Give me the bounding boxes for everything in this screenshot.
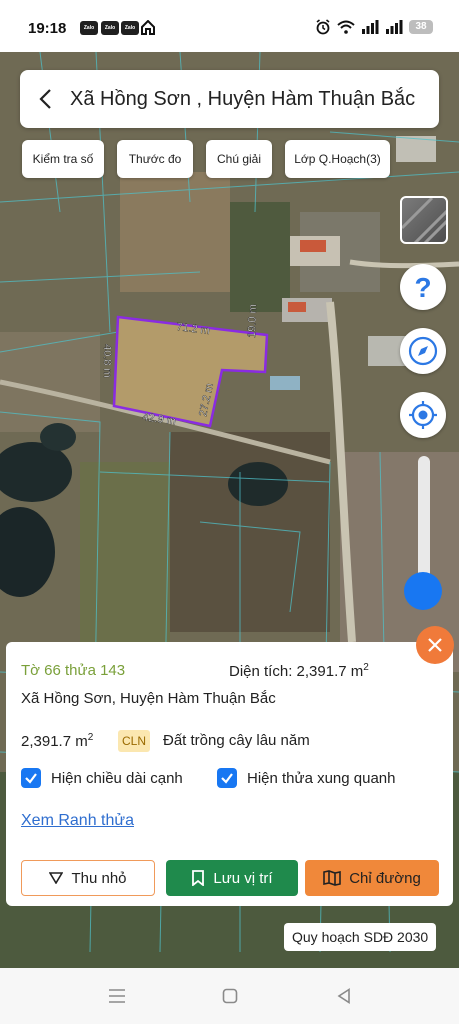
triangle-down-icon <box>49 872 64 884</box>
home-icon <box>141 20 155 35</box>
compass-icon <box>408 336 438 366</box>
location-title: Xã Hồng Sơn , Huyện Hàm Thuận Bắc <box>70 87 416 110</box>
map-layer-button[interactable] <box>400 196 448 244</box>
planning-layer-button[interactable]: Lớp Q.Hoạch(3) <box>285 140 390 178</box>
parcel-address: Xã Hồng Sơn, Huyện Hàm Thuận Bắc <box>21 690 276 707</box>
parcel-id: Tờ 66 thửa 143 <box>21 662 126 679</box>
show-neighbors-checkbox[interactable]: Hiện thửa xung quanh <box>217 768 395 788</box>
land-code-badge: CLN <box>118 730 151 752</box>
system-nav-bar <box>0 968 459 1024</box>
save-location-button[interactable]: Lưu vị trí <box>166 860 298 896</box>
measure-button[interactable]: Thước đo <box>117 140 193 178</box>
zalo-icon: Zalo <box>121 21 139 35</box>
map-icon <box>323 870 342 886</box>
locate-button[interactable] <box>400 392 446 438</box>
parcel-info-panel: Tờ 66 thửa 143 Diện tích: 2,391.7 m2 Xã … <box>6 642 453 906</box>
show-edge-lengths-label: Hiện chiều dài cạnh <box>51 769 183 787</box>
svg-text:?: ? <box>414 273 431 301</box>
bookmark-icon <box>192 870 205 886</box>
legend-button[interactable]: Chú giải <box>206 140 272 178</box>
status-time: 19:18 <box>28 20 67 37</box>
parcel-area: Diện tích: 2,391.7 m2 <box>229 662 369 680</box>
layers-icon <box>402 198 446 242</box>
chevron-left-icon <box>39 89 51 109</box>
show-edge-lengths-checkbox[interactable]: Hiện chiều dài cạnh <box>21 768 183 788</box>
locate-icon <box>409 401 437 429</box>
edge-length-left: 40.8 m <box>101 344 113 378</box>
menu-icon[interactable] <box>108 988 126 1004</box>
directions-button[interactable]: Chỉ đường <box>305 860 439 896</box>
back-triangle-icon[interactable] <box>337 988 351 1004</box>
alarm-icon <box>316 19 330 35</box>
checkbox-checked-icon <box>217 768 237 788</box>
parcel-area-value: 2,391.7 m2 <box>21 732 94 750</box>
signal-icon <box>386 20 403 34</box>
shrink-button[interactable]: Thu nhỏ <box>21 860 155 896</box>
battery-indicator: 38 <box>409 20 433 34</box>
help-button[interactable]: ? <box>400 264 446 310</box>
show-neighbors-label: Hiện thửa xung quanh <box>247 769 396 787</box>
home-square-icon[interactable] <box>222 988 238 1004</box>
planning-label[interactable]: Quy hoạch SDĐ 2030 <box>284 923 437 951</box>
checkbox-checked-icon <box>21 768 41 788</box>
status-right: 38 <box>315 19 433 35</box>
zalo-icon: Zalo <box>101 21 119 35</box>
location-header: Xã Hồng Sơn , Huyện Hàm Thuận Bắc <box>20 70 439 128</box>
edge-length-right: 19.0 m <box>246 304 259 338</box>
status-bar: 19:18 Zalo Zalo Zalo 38 <box>0 0 459 52</box>
zalo-icon: Zalo <box>80 21 98 35</box>
back-button[interactable] <box>20 70 70 128</box>
check-number-button[interactable]: Kiểm tra số <box>22 140 104 178</box>
question-icon: ? <box>414 273 431 301</box>
compass-button[interactable] <box>400 328 446 374</box>
wifi-icon <box>337 20 355 34</box>
close-panel-button[interactable] <box>416 626 454 664</box>
signal-icon <box>362 20 379 34</box>
opacity-slider-handle[interactable] <box>404 572 442 610</box>
land-type: Đất trồng cây lâu năm <box>163 732 310 749</box>
close-icon <box>428 638 442 652</box>
view-boundary-link[interactable]: Xem Ranh thửa <box>21 812 134 830</box>
